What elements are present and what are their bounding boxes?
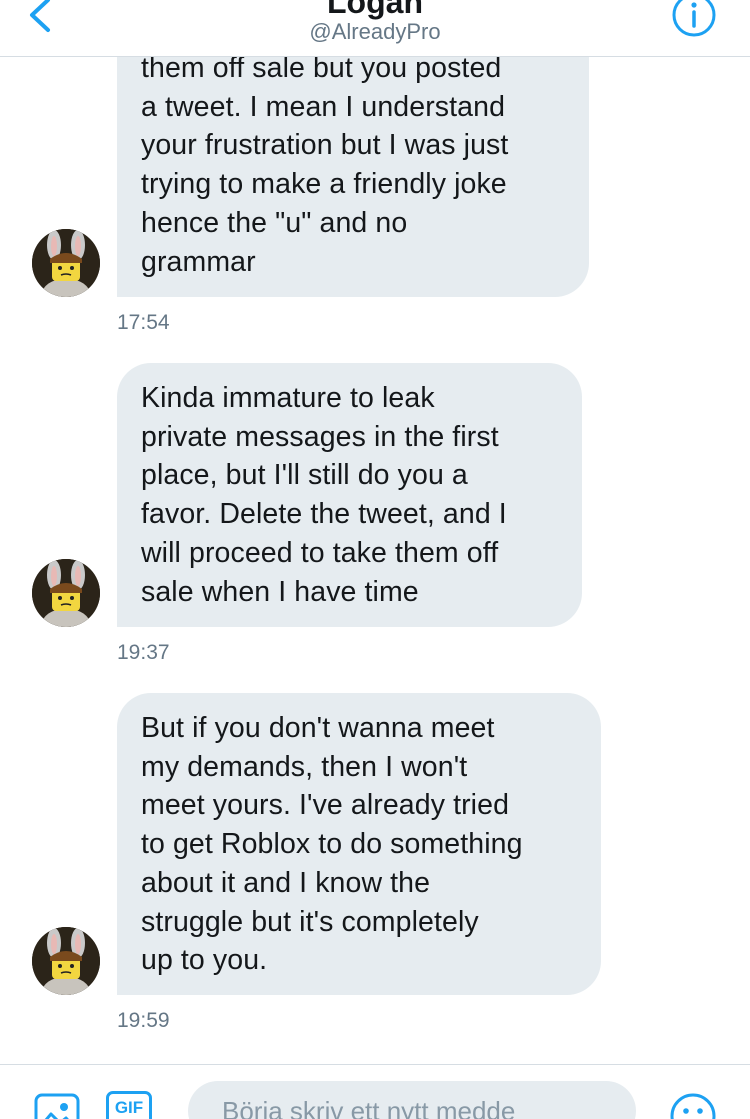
gif-button[interactable]: GIF <box>106 1091 152 1119</box>
message-line: your frustration but I was just <box>141 129 509 162</box>
message-line: will proceed to take them off <box>141 536 499 569</box>
message-line: up to you. <box>141 944 268 977</box>
message-line: But if you don't wanna meet <box>141 712 495 744</box>
message-line: favor. Delete the tweet, and I <box>141 498 507 531</box>
message-bubble[interactable]: them off sale but you posted a tweet. I … <box>117 57 589 297</box>
message-line: meet yours. I've already tried <box>141 789 510 822</box>
message-bubble[interactable]: But if you don't wanna meet my demands, … <box>117 693 601 995</box>
add-image-button[interactable] <box>34 1093 80 1119</box>
avatar[interactable] <box>32 559 100 627</box>
message-line: about it and I know the <box>141 866 431 899</box>
message-timestamp: 19:37 <box>117 641 170 664</box>
message-line: private messages in the first <box>141 420 499 453</box>
message-bubble[interactable]: Kinda immature to leak private messages … <box>117 363 582 627</box>
conversation-handle: @AlreadyPro <box>309 19 441 44</box>
message-line: Kinda immature to leak <box>141 382 435 414</box>
message-line: trying to make a friendly joke <box>141 168 507 201</box>
message-line: hence the "u" and no <box>141 206 408 239</box>
message-composer: GIF Börja skriv ett nytt medde <box>0 1064 750 1119</box>
message-timestamp: 17:54 <box>117 311 170 334</box>
message-line: them off sale but you posted <box>141 57 502 84</box>
conversation-header: Logan @AlreadyPro <box>0 0 750 57</box>
info-icon <box>672 0 716 37</box>
emoji-icon <box>670 1093 716 1119</box>
message-timestamp: 19:59 <box>117 1009 170 1032</box>
emoji-button[interactable] <box>668 1091 718 1119</box>
image-icon <box>34 1093 80 1119</box>
info-button[interactable] <box>670 0 718 39</box>
message-line: place, but I'll still do you a <box>141 459 468 492</box>
message-line: my demands, then I won't <box>141 750 468 783</box>
message-line: to get Roblox to do something <box>141 828 523 861</box>
conversation-title: Logan <box>327 0 423 20</box>
message-line: grammar <box>141 245 256 278</box>
message-input[interactable]: Börja skriv ett nytt medde <box>188 1081 636 1119</box>
avatar[interactable] <box>32 229 100 297</box>
message-item: Kinda immature to leak private messages … <box>0 363 750 683</box>
message-line: sale when I have time <box>141 575 419 608</box>
message-item: them off sale but you posted a tweet. I … <box>0 57 750 400</box>
message-line: struggle but it's completely <box>141 905 479 938</box>
avatar[interactable] <box>32 927 100 995</box>
message-item: But if you don't wanna meet my demands, … <box>0 693 750 1053</box>
message-line: a tweet. I mean I understand <box>141 90 506 123</box>
message-thread[interactable]: them off sale but you posted a tweet. I … <box>0 57 750 1063</box>
